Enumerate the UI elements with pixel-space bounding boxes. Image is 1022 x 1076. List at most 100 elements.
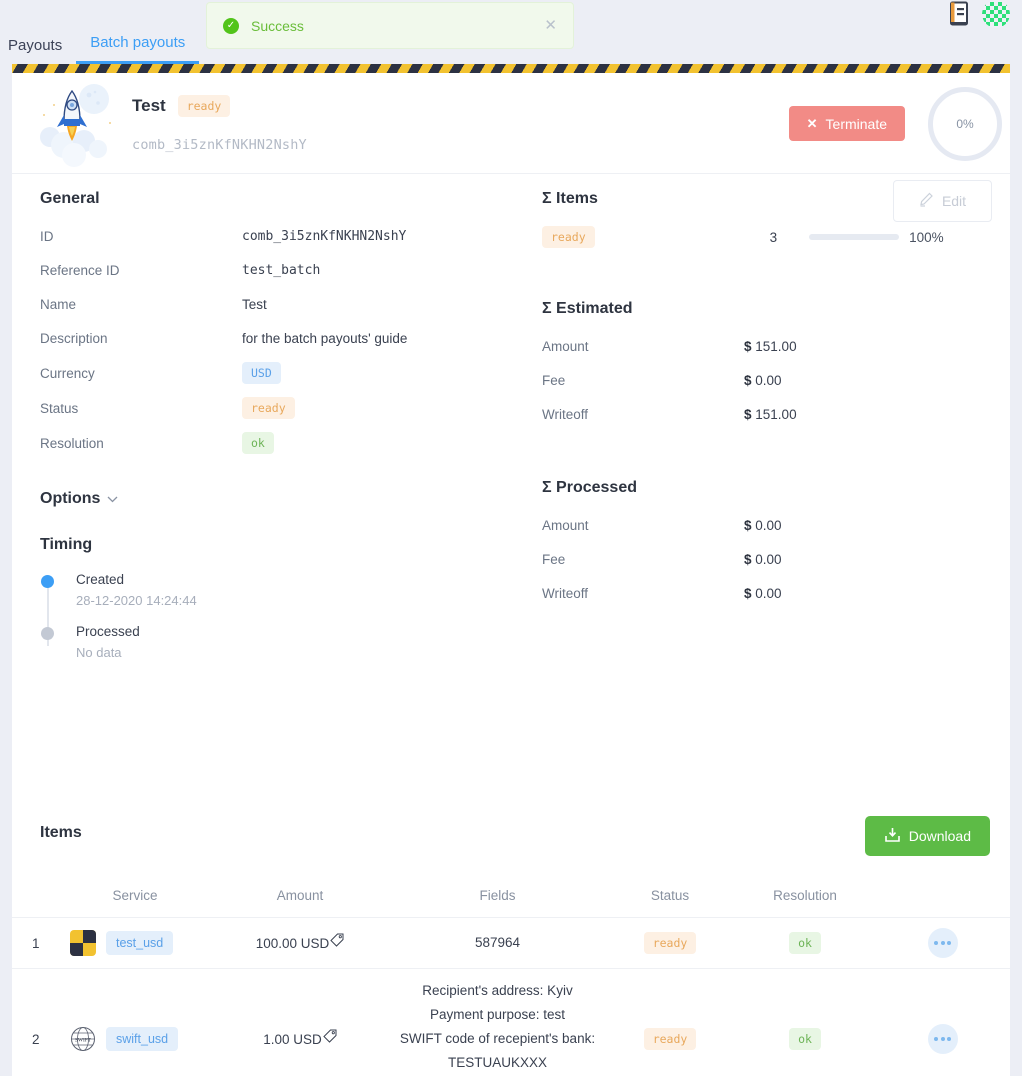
- fields-cell: Recipient's address: Kyiv Payment purpos…: [390, 979, 605, 1076]
- field-value: 151.00: [755, 407, 797, 422]
- col-index: [12, 878, 60, 918]
- terminate-label: Terminate: [825, 115, 887, 132]
- currency-symbol: $: [744, 586, 752, 601]
- row-index: 1: [12, 917, 60, 969]
- field-currency: Currency USD: [40, 362, 510, 384]
- edit-button[interactable]: Edit: [893, 180, 992, 222]
- dot-icon: [940, 1037, 945, 1042]
- timeline-label: Created: [76, 572, 125, 587]
- user-avatar[interactable]: [982, 0, 1010, 28]
- table-row: 2 SWIFT swift_usd 1.00 USD Recipient's a…: [12, 968, 1010, 1076]
- field-line: SWIFT code of recepient's bank:: [399, 1031, 596, 1047]
- field-label: Reference ID: [40, 263, 120, 278]
- terminate-button[interactable]: ✕ Terminate: [788, 106, 905, 141]
- sum-items-row: ready 3 100%: [542, 226, 992, 248]
- amount-cell: 100.00 USD: [256, 933, 345, 951]
- summary-column: Σ Items Edit ready 3 100% Σ Estimated Am…: [542, 180, 992, 617]
- row-index: 2: [12, 968, 60, 1076]
- processed-fee-row: Fee $ 0.00: [542, 549, 992, 570]
- batch-body: General ID comb_3i5znKfNKHN2NshY Referen…: [12, 174, 1010, 808]
- status-badge: ready: [643, 1028, 697, 1051]
- processed-writeoff-row: Writeoff $ 0.00: [542, 583, 992, 604]
- col-resolution: Resolution: [735, 878, 875, 918]
- currency-symbol: $: [744, 552, 752, 567]
- resolution-badge: ok: [789, 932, 821, 954]
- col-actions: [875, 878, 1010, 918]
- estimated-amount-row: Amount $ 151.00: [542, 336, 992, 357]
- batch-title-row: Test ready: [132, 95, 231, 117]
- timeline-value: 28-12-2020 14:24:44: [76, 593, 197, 608]
- success-check-icon: ✓: [223, 17, 239, 34]
- field-value: 0.00: [755, 373, 782, 388]
- field-label: ID: [40, 229, 54, 244]
- field-status: Status ready: [40, 397, 510, 419]
- field-value: test_batch: [242, 263, 321, 278]
- field-value: 0.00: [755, 586, 782, 601]
- field-label: Currency: [40, 365, 95, 381]
- dot-icon: [947, 941, 951, 945]
- timeline-item-processed: Processed No data: [40, 624, 510, 660]
- general-column: General ID comb_3i5znKfNKHN2NshY Referen…: [40, 190, 510, 676]
- service-cell: SWIFT swift_usd: [60, 1026, 210, 1052]
- field-value: 151.00: [755, 339, 797, 354]
- hazard-stripe: [12, 64, 1010, 73]
- status-badge: ready: [542, 226, 595, 248]
- dot-icon: [940, 941, 945, 945]
- main-tabs: Payouts Batch payouts: [0, 34, 200, 64]
- timeline-dot-icon: [41, 627, 54, 640]
- close-icon[interactable]: ✕: [544, 18, 557, 33]
- more-actions-button[interactable]: [927, 1024, 958, 1055]
- price-tag-icon: [330, 933, 344, 947]
- success-toast: ✓ Success ✕: [206, 2, 574, 49]
- dot-icon: [947, 1037, 951, 1042]
- items-section: Items Download Service Amount Fields Sta…: [12, 816, 1010, 1076]
- amount-cell: 1.00 USD: [263, 1029, 337, 1047]
- batch-detail-card: Test ready comb_3i5znKfNKHN2NshY ✕ Termi…: [12, 73, 1010, 1076]
- fields-cell: 587964: [390, 931, 605, 955]
- chevron-down-icon: [107, 492, 118, 506]
- items-header: Items Download: [12, 816, 1010, 878]
- items-count: 3: [769, 229, 778, 245]
- col-fields: Fields: [390, 878, 605, 918]
- field-line: Recipient's address: Kyiv: [422, 983, 573, 998]
- processed-amount-row: Amount $ 0.00: [542, 515, 992, 536]
- dot-icon: [934, 1037, 938, 1042]
- currency-symbol: $: [744, 407, 752, 422]
- items-progress-bar: [809, 234, 900, 240]
- field-line: 587964: [474, 934, 521, 950]
- items-table: Service Amount Fields Status Resolution …: [12, 878, 1010, 1076]
- field-label: Amount: [542, 339, 589, 354]
- options-toggle[interactable]: Options: [40, 490, 510, 508]
- field-line: TESTUAUKXXX: [447, 1055, 548, 1071]
- service-tag[interactable]: swift_usd: [106, 1027, 179, 1052]
- tab-payouts[interactable]: Payouts: [0, 37, 76, 64]
- timeline-label: Processed: [76, 624, 140, 639]
- service-tag[interactable]: test_usd: [106, 931, 174, 955]
- sum-items-header: Σ Items Edit: [542, 180, 992, 222]
- currency-symbol: $: [744, 518, 752, 533]
- field-label: Status: [40, 400, 79, 416]
- progress-ring: 0%: [928, 87, 1002, 161]
- currency-badge: USD: [242, 362, 281, 384]
- items-table-header-row: Service Amount Fields Status Resolution: [12, 878, 1010, 918]
- field-value: for the batch payouts' guide: [242, 331, 408, 346]
- amount-value: 1.00 USD: [263, 1031, 322, 1047]
- currency-symbol: $: [744, 373, 752, 388]
- estimated-writeoff-row: Writeoff $ 151.00: [542, 404, 992, 425]
- timeline-dot-icon: [41, 575, 54, 588]
- field-value: Test: [242, 297, 267, 312]
- timeline: Created 28-12-2020 14:24:44 Processed No…: [40, 572, 510, 660]
- tab-batch-payouts[interactable]: Batch payouts: [76, 34, 200, 64]
- field-label: Writeoff: [542, 407, 589, 422]
- dot-icon: [934, 941, 938, 945]
- more-actions-button[interactable]: [927, 928, 958, 958]
- svg-text:SWIFT: SWIFT: [75, 1038, 92, 1044]
- field-label: Name: [40, 297, 77, 312]
- download-button[interactable]: Download: [864, 816, 990, 856]
- status-badge: ready: [177, 95, 231, 117]
- field-line: Payment purpose: test: [429, 1007, 566, 1023]
- field-value: comb_3i5znKfNKHN2NshY: [242, 229, 407, 244]
- service-cell: test_usd: [60, 930, 210, 956]
- docs-book-icon[interactable]: [948, 1, 970, 27]
- top-bar-icons: [948, 0, 1010, 28]
